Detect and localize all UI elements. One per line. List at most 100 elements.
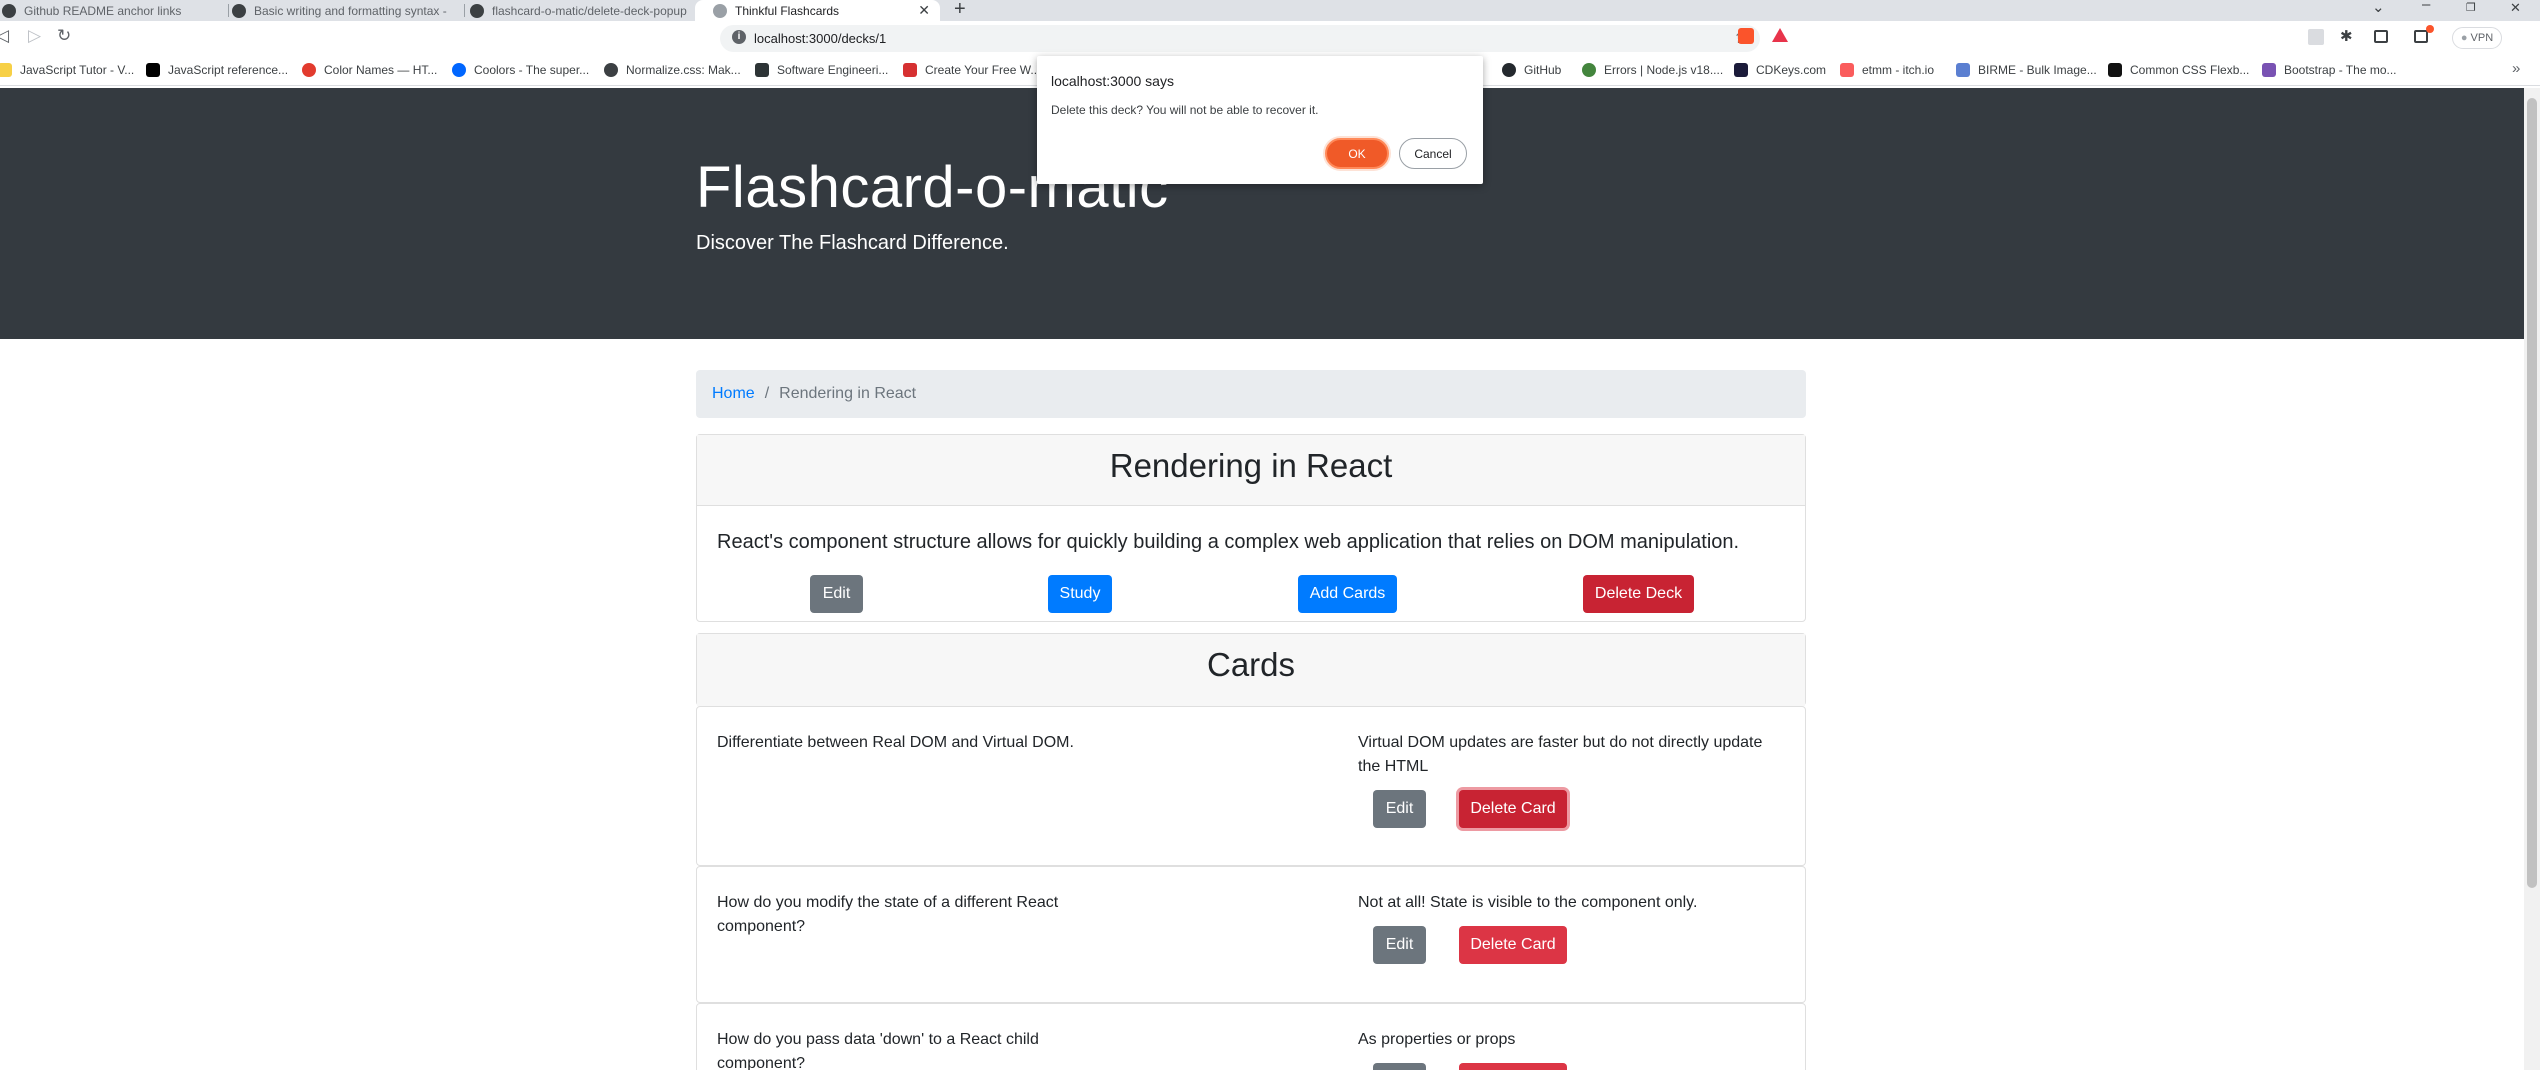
page-scrollbar[interactable] (2524, 88, 2540, 1070)
notification-badge (2426, 25, 2434, 33)
vpn-label: VPN (2470, 32, 2494, 44)
site-info-icon[interactable]: i (732, 30, 746, 44)
delete-card-button[interactable]: Delete Card (1459, 1063, 1567, 1070)
bookmark-item[interactable]: BIRME - Bulk Image... (1956, 63, 2097, 77)
bookmark-item[interactable]: etmm - itch.io (1840, 63, 1934, 77)
add-cards-button[interactable]: Add Cards (1298, 575, 1397, 613)
breadcrumb-home-link[interactable]: Home (712, 385, 755, 403)
dialog-origin: localhost:3000 says (1051, 73, 1174, 89)
delete-card-button[interactable]: Delete Card (1459, 926, 1567, 964)
back-icon[interactable]: ◁ (0, 26, 9, 46)
browser-toolbar: ◁ ▷ ↻ i localhost:3000/decks/1 ⇪ ✱ ●VPN (0, 21, 2540, 56)
github-icon (470, 3, 484, 18)
bookmark-favicon (604, 63, 618, 77)
bookmark-item[interactable]: Color Names — HT... (302, 63, 437, 77)
bookmark-item[interactable]: GitHub (1502, 63, 1561, 77)
card-front-text: Differentiate between Real DOM and Virtu… (717, 734, 1074, 751)
edit-card-button[interactable]: Edit (1373, 790, 1426, 828)
reload-icon[interactable]: ↻ (57, 26, 71, 46)
card-back-text: As properties or props (1358, 1031, 1516, 1048)
tab-flashcard-repo[interactable]: flashcard-o-matic/delete-deck-popup (470, 0, 692, 21)
puzzle-icon[interactable]: ✱ (2340, 27, 2353, 45)
bookmark-favicon (2262, 63, 2276, 77)
bookmark-item[interactable]: Create Your Free W... (903, 63, 1040, 77)
bookmark-item[interactable]: Software Engineeri... (755, 63, 888, 77)
study-button[interactable]: Study (1048, 575, 1112, 613)
bookmark-label: Errors | Node.js v18.... (1604, 63, 1724, 77)
extension-icon[interactable] (2308, 29, 2324, 45)
tab-strip: Github README anchor links Basic writing… (0, 0, 2540, 21)
edit-card-button[interactable]: Edit (1373, 926, 1426, 964)
tab-github-readme[interactable]: Github README anchor links (0, 0, 225, 21)
close-tab-icon[interactable]: ✕ (918, 2, 930, 19)
more-bookmarks-icon[interactable]: » (2512, 60, 2520, 77)
github-icon (232, 3, 246, 18)
bookmark-label: Software Engineeri... (777, 63, 889, 77)
bookmark-item[interactable]: Common CSS Flexb... (2108, 63, 2249, 77)
breadcrumb-separator: / (764, 385, 770, 402)
bookmark-label: JavaScript reference... (168, 63, 289, 77)
tab-title: Thinkful Flashcards (735, 3, 840, 18)
card-front-text: How do you modify the state of a differe… (717, 894, 1059, 935)
breadcrumb-current: Rendering in React (779, 385, 917, 402)
bookmark-item[interactable]: JavaScript reference... (146, 63, 288, 77)
bookmark-favicon (146, 63, 160, 77)
sidebar-icon[interactable] (2374, 30, 2388, 43)
tab-divider (228, 4, 229, 17)
brave-rewards-icon[interactable] (1772, 28, 1788, 42)
bookmark-label: CDKeys.com (1756, 63, 1827, 77)
brave-shield-icon[interactable] (1738, 28, 1754, 44)
deck-title: Rendering in React (697, 435, 1805, 506)
tab-thinkful-flashcards[interactable]: Thinkful Flashcards ✕ (695, 0, 940, 21)
tab-divider (464, 4, 465, 17)
vpn-button[interactable]: ● VPN (2452, 27, 2502, 49)
minimize-icon[interactable]: – (2422, 0, 2430, 13)
bookmark-label: JavaScript Tutor - V... (20, 63, 135, 77)
card-front-text: How do you pass data 'down' to a React c… (717, 1031, 1039, 1070)
bookmark-label: GitHub (1524, 63, 1562, 77)
delete-deck-button[interactable]: Delete Deck (1583, 575, 1694, 613)
restore-icon[interactable]: ❐ (2466, 1, 2476, 14)
delete-card-button[interactable]: Delete Card (1459, 790, 1567, 828)
tab-title: flashcard-o-matic/delete-deck-popup (492, 3, 687, 18)
bookmark-item[interactable]: CDKeys.com (1734, 63, 1826, 77)
bookmark-item[interactable]: JavaScript Tutor - V... (0, 63, 134, 77)
deck-card: Rendering in React React's component str… (696, 434, 1806, 622)
bookmark-label: Create Your Free W... (925, 63, 1041, 77)
tab-title: Github README anchor links (24, 3, 182, 18)
bookmark-favicon (1956, 63, 1970, 77)
close-window-icon[interactable]: ✕ (2510, 0, 2521, 16)
card-back-text: Not at all! State is visible to the comp… (1358, 894, 1698, 911)
bookmark-label: Color Names — HT... (324, 63, 438, 77)
bookmark-favicon (452, 63, 466, 77)
cards-section-title: Cards (697, 634, 1805, 706)
bookmark-item[interactable]: Normalize.css: Mak... (604, 63, 741, 77)
bookmark-item[interactable]: Coolors - The super... (452, 63, 589, 77)
flashcard: How do you modify the state of a differe… (696, 866, 1806, 1003)
wallet-icon[interactable] (2414, 30, 2428, 43)
dialog-ok-button[interactable]: OK (1325, 138, 1389, 169)
bookmark-favicon (1840, 63, 1854, 77)
bookmark-item[interactable]: Errors | Node.js v18.... (1582, 63, 1723, 77)
tab-search-icon[interactable]: ⌄ (2372, 0, 2385, 16)
app-tagline: Discover The Flashcard Difference. (696, 232, 1009, 254)
bookmark-favicon (1734, 63, 1748, 77)
bookmark-label: Bootstrap - The mo... (2284, 63, 2397, 77)
tab-title: Basic writing and formatting syntax - (254, 3, 447, 18)
tab-basic-writing[interactable]: Basic writing and formatting syntax - (232, 0, 452, 21)
bookmark-label: etmm - itch.io (1862, 63, 1935, 77)
edit-deck-button[interactable]: Edit (810, 575, 863, 613)
new-tab-icon[interactable]: + (954, 0, 966, 21)
edit-card-button[interactable]: Edit (1373, 1063, 1426, 1070)
dialog-cancel-button[interactable]: Cancel (1399, 138, 1467, 169)
bookmark-label: Common CSS Flexb... (2130, 63, 2250, 77)
dialog-message: Delete this deck? You will not be able t… (1051, 103, 1319, 117)
flashcard: How do you pass data 'down' to a React c… (696, 1003, 1806, 1070)
url-text[interactable]: localhost:3000/decks/1 (754, 31, 886, 46)
bookmark-label: Normalize.css: Mak... (626, 63, 741, 77)
forward-icon[interactable]: ▷ (28, 26, 41, 46)
bookmark-item[interactable]: Bootstrap - The mo... (2262, 63, 2397, 77)
scrollbar-thumb[interactable] (2527, 98, 2537, 888)
address-bar[interactable]: i localhost:3000/decks/1 ⇪ (720, 25, 1760, 52)
page-viewport: Flashcard-o-matic Discover The Flashcard… (0, 88, 2524, 1070)
